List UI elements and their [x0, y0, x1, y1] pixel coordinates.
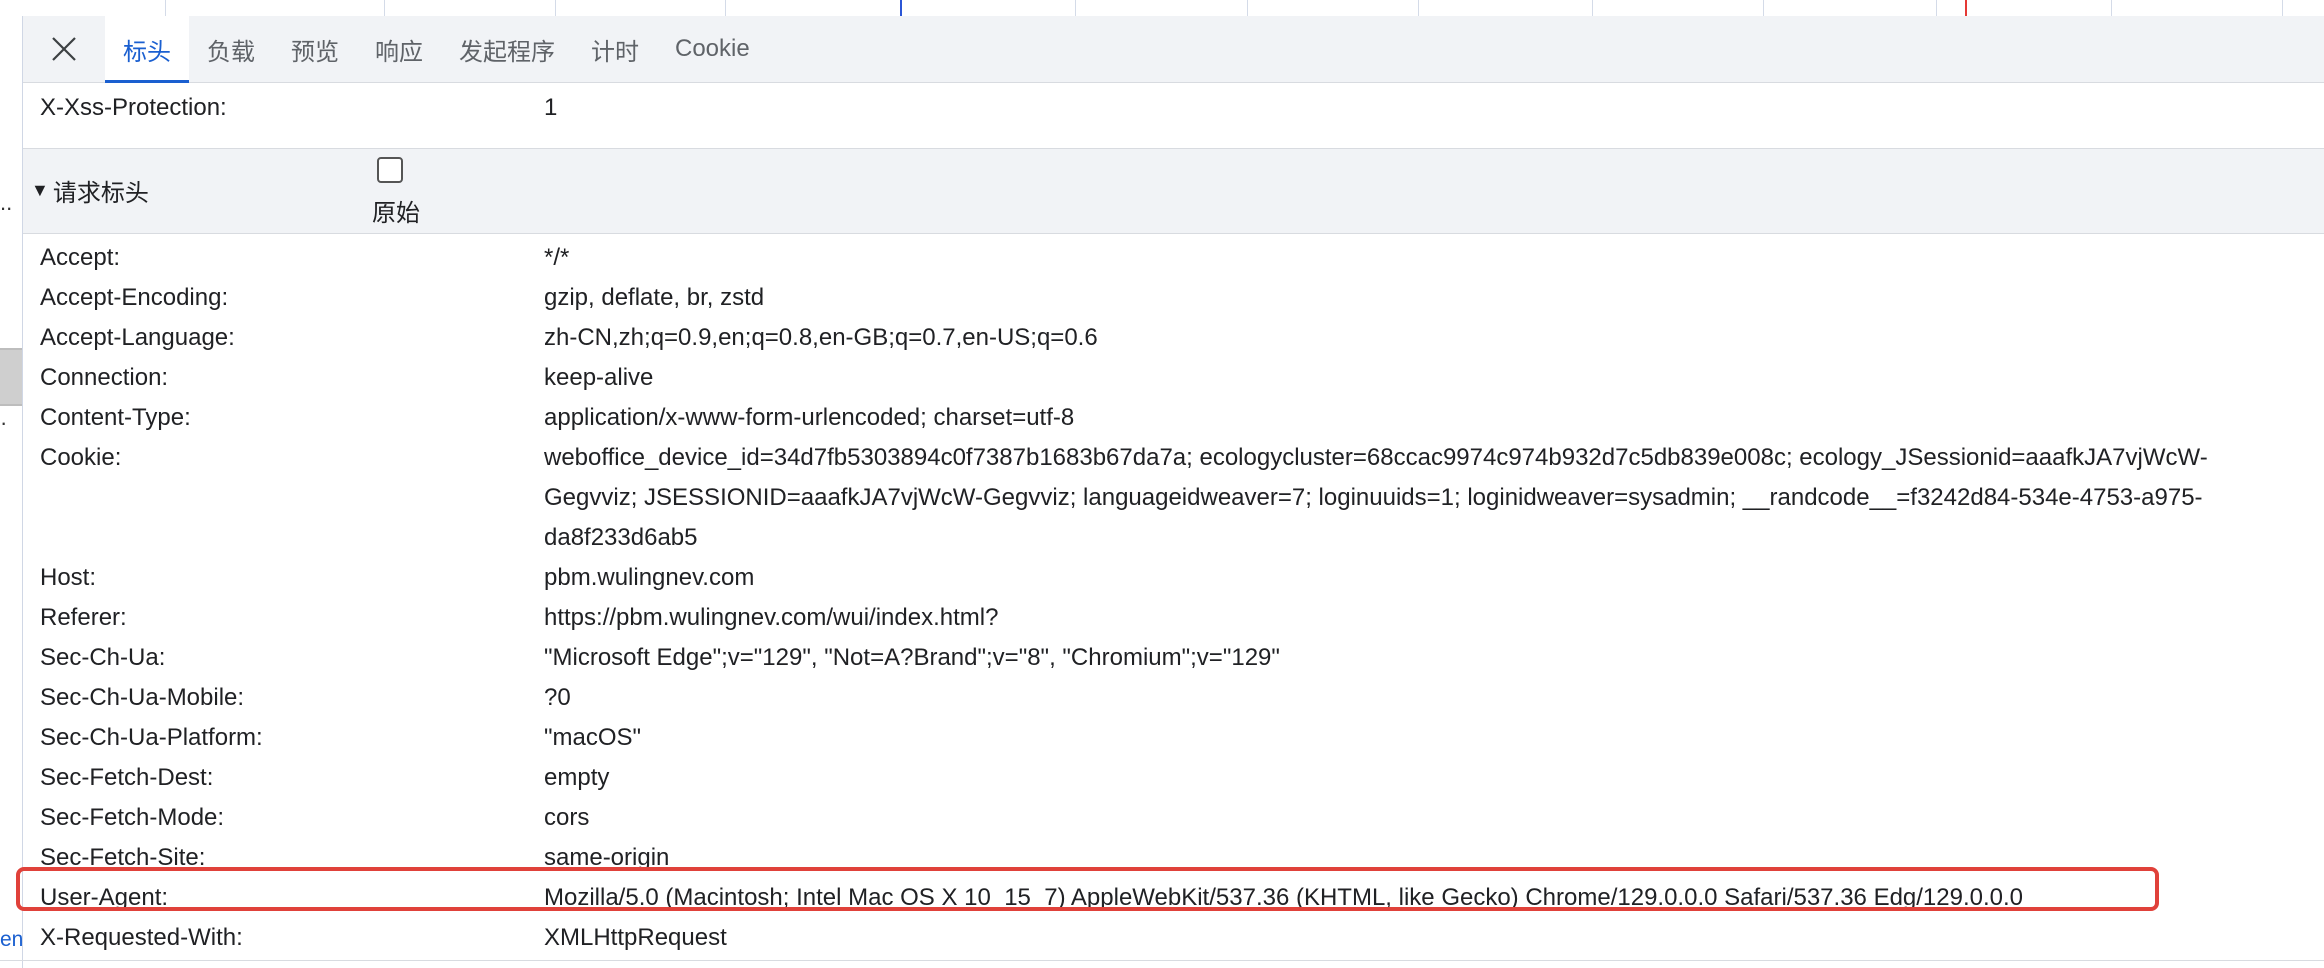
timeline-gridline	[555, 0, 556, 16]
timeline-gridline	[725, 0, 726, 16]
header-value[interactable]: "Microsoft Edge";v="129", "Not=A?Brand";…	[544, 638, 2324, 678]
timeline-gridline	[1247, 0, 1248, 16]
timeline-load-marker	[1965, 0, 1967, 16]
header-name[interactable]: Host:	[40, 558, 96, 598]
header-name[interactable]: Sec-Ch-Ua-Platform:	[40, 718, 263, 758]
header-name[interactable]: X-Xss-Protection:	[40, 88, 227, 128]
tab-payload[interactable]: 负载	[189, 16, 273, 82]
close-icon	[52, 37, 76, 61]
tab-preview[interactable]: 预览	[273, 16, 357, 82]
header-value-line-1[interactable]: weboffice_device_id=34d7fb5303894c0f7387…	[544, 438, 2324, 478]
header-name[interactable]: Sec-Fetch-Dest:	[40, 758, 213, 798]
header-value[interactable]: cors	[544, 798, 2324, 838]
raw-headers-label[interactable]: 原始	[372, 193, 420, 228]
timeline-dom-content-loaded-marker	[900, 0, 902, 16]
raw-headers-checkbox[interactable]	[377, 157, 403, 183]
headers-panel: X-Xss-Protection: 1 ▼ 请求标头 原始 Accept: */…	[23, 83, 2324, 968]
header-value[interactable]: 1	[544, 88, 2324, 128]
header-name[interactable]: Sec-Ch-Ua-Mobile:	[40, 678, 244, 718]
timeline-gridline	[2111, 0, 2112, 16]
header-value[interactable]: https://pbm.wulingnev.com/wui/index.html…	[544, 598, 2324, 638]
header-value-line-2[interactable]: Gegvviz; JSESSIONID=aaafkJA7vjWcW-Gegvvi…	[544, 478, 2324, 518]
header-name[interactable]: Content-Type:	[40, 398, 191, 438]
header-value[interactable]: ?0	[544, 678, 2324, 718]
header-name[interactable]: Referer:	[40, 598, 127, 638]
timeline-gridline	[1936, 0, 1937, 16]
header-value[interactable]: pbm.wulingnev.com	[544, 558, 2324, 598]
timeline-gridline	[1075, 0, 1076, 16]
section-title: 请求标头	[52, 180, 149, 207]
header-value[interactable]: application/x-www-form-urlencoded; chars…	[544, 398, 2324, 438]
tab-initiator[interactable]: 发起程序	[441, 16, 573, 82]
timeline-gridline	[384, 0, 385, 16]
timeline-gridline	[165, 0, 166, 16]
header-value-line-3[interactable]: da8f233d6ab5	[544, 518, 2324, 558]
header-name[interactable]: Accept-Encoding:	[40, 278, 228, 318]
details-tab-bar: 标头 负载 预览 响应 发起程序 计时 Cookie	[23, 16, 2324, 83]
header-name[interactable]: Accept:	[40, 238, 120, 278]
header-value[interactable]: keep-alive	[544, 358, 2324, 398]
header-name[interactable]: X-Requested-With:	[40, 918, 243, 958]
header-value[interactable]: empty	[544, 758, 2324, 798]
header-value[interactable]: gzip, deflate, br, zstd	[544, 278, 2324, 318]
tab-cookies[interactable]: Cookie	[657, 16, 768, 82]
header-name[interactable]: Sec-Ch-Ua:	[40, 638, 165, 678]
triangle-down-icon: ▼	[31, 180, 49, 200]
header-name[interactable]: Cookie:	[40, 438, 121, 478]
header-name[interactable]: Accept-Language:	[40, 318, 235, 358]
request-row-ellipsis[interactable]: ·	[0, 412, 7, 434]
tab-timing[interactable]: 计时	[573, 16, 657, 82]
timeline-gridline	[1418, 0, 1419, 16]
close-details-button[interactable]	[23, 16, 105, 82]
timeline-gridline	[1592, 0, 1593, 16]
timeline-gridline	[1763, 0, 1764, 16]
tab-response[interactable]: 响应	[357, 16, 441, 82]
selected-request-row[interactable]	[0, 348, 22, 406]
timeline-gridline	[2282, 0, 2283, 16]
request-headers-section-header: ▼ 请求标头 原始	[23, 148, 2324, 234]
header-value[interactable]: "macOS"	[544, 718, 2324, 758]
header-value[interactable]: XMLHttpRequest	[544, 918, 2324, 958]
panel-bottom-border	[0, 960, 2324, 961]
network-timeline-strip	[0, 0, 2324, 17]
header-name[interactable]: Connection:	[40, 358, 168, 398]
tab-headers[interactable]: 标头	[105, 16, 189, 83]
request-row-ellipsis[interactable]: ..	[0, 192, 12, 214]
header-value[interactable]: zh-CN,zh;q=0.9,en;q=0.8,en-GB;q=0.7,en-U…	[544, 318, 2324, 358]
request-headers-toggle[interactable]: ▼ 请求标头	[31, 173, 149, 208]
user-agent-highlight-box	[16, 867, 2159, 911]
request-list-edge[interactable]: .. · ent	[0, 16, 29, 968]
header-value[interactable]: */*	[544, 238, 2324, 278]
header-name[interactable]: Sec-Fetch-Mode:	[40, 798, 224, 838]
